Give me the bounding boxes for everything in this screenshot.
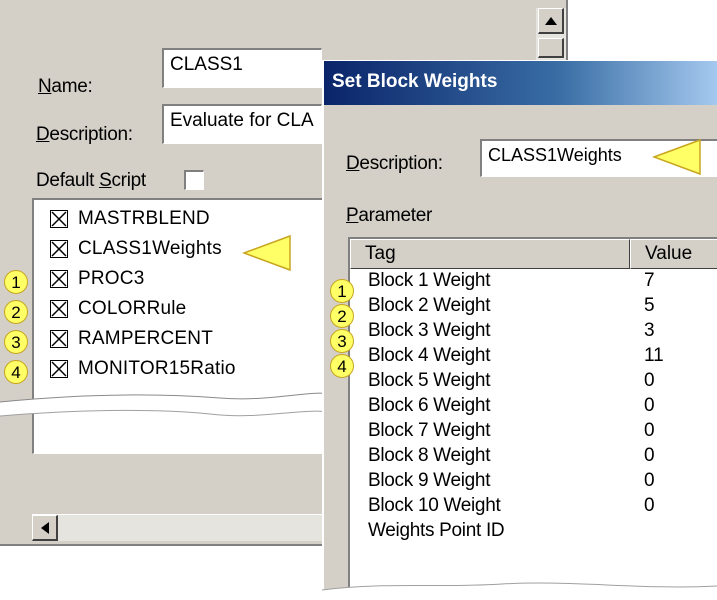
scrollbar-thumb[interactable] [538,38,564,58]
checkbox-x-icon[interactable] [50,300,68,318]
description-label: Description: [36,124,133,145]
description-input[interactable]: Evaluate for CLA [162,104,322,144]
triangle-up-icon [544,16,557,25]
name-input[interactable]: CLASS1 [162,48,322,88]
table-row[interactable]: Weights Point ID [350,520,717,545]
row-tag: Block 8 Weight [368,445,491,466]
row-tag: Block 9 Weight [368,470,491,491]
table-row[interactable]: Block 7 Weight 0 [350,420,717,445]
row-value[interactable]: 3 [644,320,655,342]
name-label: Name: [38,76,93,97]
scroll-up-button[interactable] [538,8,564,34]
column-header-tag[interactable]: Tag [350,239,630,269]
default-script-label: Default Script [36,170,146,191]
row-tag: Block 1 Weight [368,270,491,291]
row-tag: Block 7 Weight [368,420,491,441]
table-row[interactable]: Block 1 Weight 7 [350,270,717,295]
row-tag: Block 10 Weight [368,495,501,516]
row-value[interactable]: 0 [644,470,655,492]
title-bar[interactable]: Set Block Weights [324,61,717,105]
dialog-title: Set Block Weights [332,71,498,92]
description-label: Description: [346,153,443,174]
checkbox-x-icon[interactable] [50,240,68,258]
row-tag: Block 5 Weight [368,370,491,391]
list-item-label: PROC3 [78,268,145,289]
checkbox-x-icon[interactable] [50,270,68,288]
row-value[interactable]: 5 [644,295,655,317]
table-row[interactable]: Block 2 Weight 5 [350,295,717,320]
yellow-triangle-pointer-icon [242,234,291,272]
table-row[interactable]: Block 3 Weight 3 [350,320,717,345]
callout-2-badge: 2 [330,304,354,328]
row-value[interactable]: 7 [644,270,655,292]
column-header-value[interactable]: Value [630,239,717,269]
checkbox-x-icon[interactable] [50,330,68,348]
row-tag: Block 6 Weight [368,395,491,416]
row-tag: Block 3 Weight [368,320,491,341]
table-row[interactable]: Block 10 Weight 0 [350,495,717,520]
table-row[interactable]: Block 6 Weight 0 [350,395,717,420]
callout-3-badge: 3 [330,329,354,353]
table-row[interactable]: Block 5 Weight 0 [350,370,717,395]
list-item-label: MONITOR15Ratio [78,358,236,379]
row-value[interactable]: 0 [644,370,655,392]
triangle-left-icon [40,521,49,534]
row-value[interactable]: 0 [644,495,655,517]
callout-2-badge: 2 [4,300,28,324]
row-tag: Block 4 Weight [368,345,491,366]
row-value[interactable]: 0 [644,445,655,467]
parameter-label: Parameter [346,205,433,226]
default-script-checkbox[interactable] [184,170,204,190]
yellow-triangle-pointer-icon [652,138,701,176]
list-item-label: CLASS1Weights [78,238,222,259]
table-row[interactable]: Block 8 Weight 0 [350,445,717,470]
table-row[interactable]: Block 4 Weight 11 [350,345,717,370]
row-tag: Weights Point ID [368,520,505,541]
list-item-label: COLORRule [78,298,187,319]
callout-4-badge: 4 [4,360,28,384]
callout-1-badge: 1 [330,279,354,303]
checkbox-x-icon[interactable] [50,360,68,378]
scroll-left-button[interactable] [32,515,58,541]
callout-1-badge: 1 [4,270,28,294]
list-item-label: MASTRBLEND [78,208,210,229]
table-row[interactable]: Block 9 Weight 0 [350,470,717,495]
callout-4-badge: 4 [330,354,354,378]
row-value[interactable]: 0 [644,395,655,417]
checkbox-x-icon[interactable] [50,210,68,228]
list-item-label: RAMPERCENT [78,328,214,349]
parameter-grid[interactable]: Tag Value Block 1 Weight 7 Block 2 Weight… [348,237,717,593]
row-tag: Block 2 Weight [368,295,491,316]
row-value[interactable]: 0 [644,420,655,442]
row-value[interactable]: 11 [644,345,664,367]
callout-3-badge: 3 [4,330,28,354]
